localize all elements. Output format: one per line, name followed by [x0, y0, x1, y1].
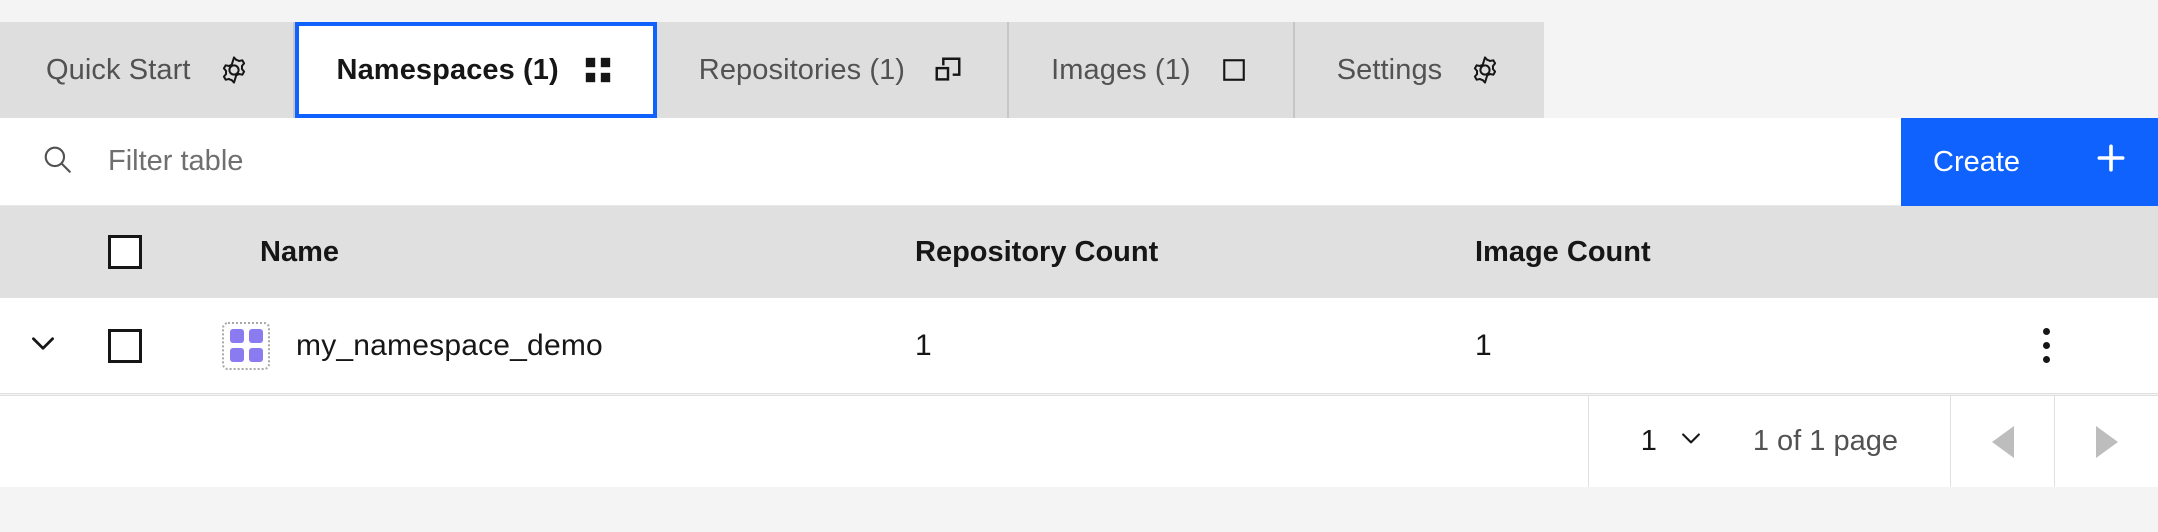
grid-icon — [581, 53, 615, 87]
image-count-value: 1 — [1475, 328, 1492, 362]
tab-images[interactable]: Images (1) — [1009, 22, 1295, 118]
chevron-down-icon — [1677, 424, 1705, 460]
select-all-cell — [86, 235, 196, 269]
tab-label: Settings — [1336, 53, 1443, 86]
tab-label: Repositories (1) — [698, 53, 906, 86]
repository-icon — [931, 53, 965, 87]
repository-count-value: 1 — [915, 328, 932, 362]
page-size-select[interactable]: 1 — [1641, 424, 1705, 460]
select-all-checkbox[interactable] — [108, 235, 142, 269]
pagination-info-group: 1 1 of 1 page — [1587, 396, 1950, 487]
cell-repository-count: 1 — [896, 329, 1456, 363]
row-overflow-cell — [2016, 318, 2158, 373]
table-header-row: Name Repository Count Image Count — [0, 206, 2158, 298]
search-field-wrapper[interactable] — [0, 118, 1950, 205]
page-size-value: 1 — [1640, 425, 1657, 457]
chevron-down-icon — [26, 326, 60, 365]
tab-bar: Quick Start Namespaces (1) Repositories … — [0, 22, 1545, 118]
plus-icon — [2094, 141, 2128, 183]
cell-image-count: 1 — [1456, 329, 2016, 363]
tab-namespaces[interactable]: Namespaces (1) — [294, 22, 657, 118]
namespaces-table: Name Repository Count Image Count my_nam… — [0, 206, 2158, 394]
gear-icon — [1468, 53, 1502, 87]
column-header-repository-count[interactable]: Repository Count — [896, 236, 1456, 269]
row-select-cell — [86, 328, 196, 363]
tab-settings[interactable]: Settings — [1294, 22, 1545, 118]
column-header-image-count[interactable]: Image Count — [1456, 236, 2016, 269]
table-row: my_namespace_demo 1 1 — [0, 298, 2158, 394]
overflow-menu-icon[interactable] — [2025, 318, 2068, 373]
tab-label: Quick Start — [46, 53, 191, 86]
row-select-checkbox[interactable] — [108, 328, 142, 363]
page-info-text: 1 of 1 page — [1752, 425, 1898, 457]
column-header-name[interactable]: Name — [196, 236, 896, 269]
row-expand-button[interactable] — [0, 326, 86, 365]
caret-left-icon — [1991, 425, 2014, 458]
namespace-name[interactable]: my_namespace_demo — [296, 329, 603, 363]
tab-repositories[interactable]: Repositories (1) — [656, 22, 1010, 118]
gear-icon — [217, 53, 251, 87]
table-toolbar — [0, 118, 2040, 206]
search-input[interactable] — [108, 118, 1950, 205]
next-page-button[interactable] — [2054, 396, 2158, 487]
previous-page-button[interactable] — [1950, 396, 2054, 487]
caret-right-icon — [2095, 425, 2118, 458]
tab-label: Images (1) — [1051, 53, 1191, 86]
search-icon — [40, 142, 74, 181]
namespace-grid-icon — [222, 321, 270, 370]
pagination-bar: 1 1 of 1 page — [0, 395, 2158, 487]
create-button-label: Create — [1933, 145, 2021, 178]
cell-name: my_namespace_demo — [196, 321, 896, 370]
container-registry-panel: Quick Start Namespaces (1) Repositories … — [0, 0, 2158, 532]
pagination-spacer — [0, 396, 1588, 487]
create-button[interactable]: Create — [1901, 118, 2158, 206]
tab-quick-start[interactable]: Quick Start — [0, 22, 295, 118]
square-icon — [1217, 53, 1251, 87]
tab-label: Namespaces (1) — [336, 53, 559, 86]
